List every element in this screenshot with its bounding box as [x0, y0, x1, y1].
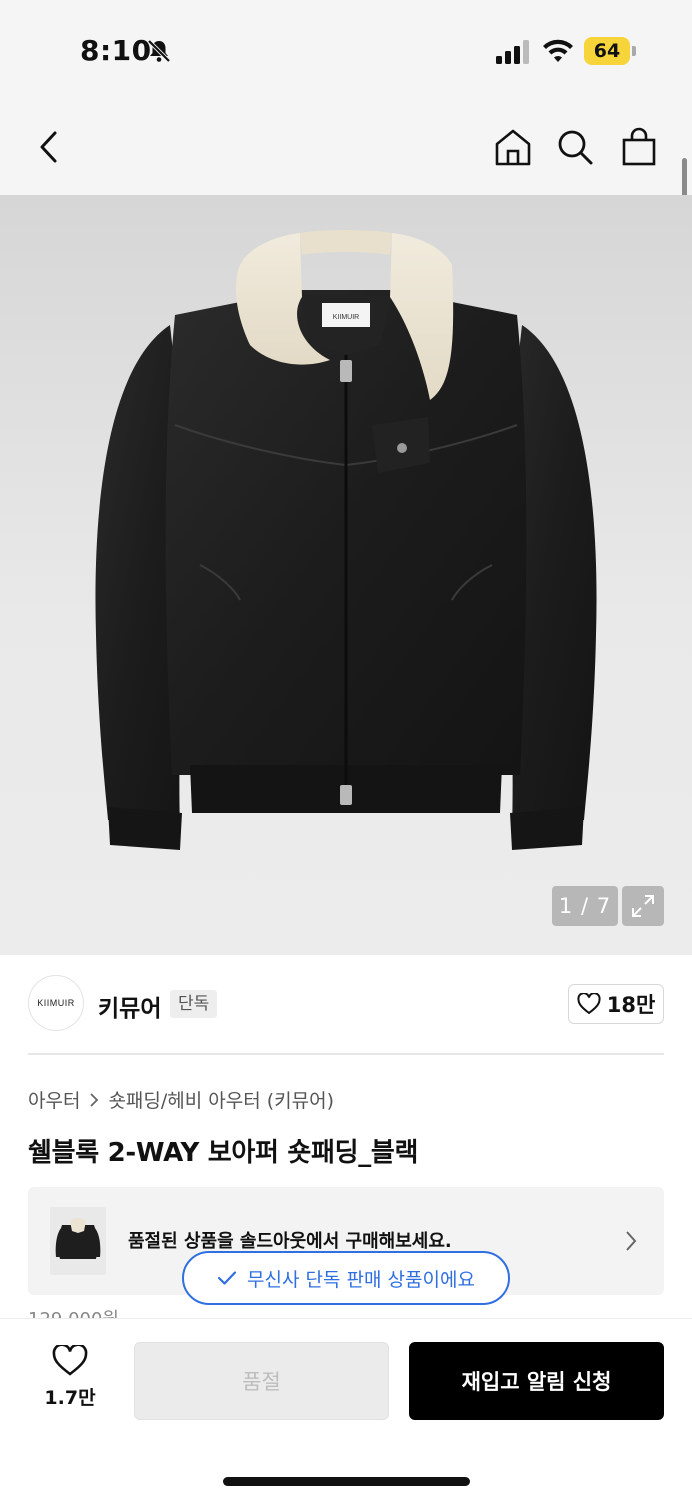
brand-like-count: 18만: [606, 993, 656, 1017]
heart-icon: [52, 1345, 88, 1376]
signal-icon: [496, 40, 529, 64]
brand-row: KIIMUIR 키뮤어 단독 18만: [28, 975, 664, 1033]
exclusive-badge: 단독: [170, 990, 218, 1018]
wishlist-count: 1.7만: [44, 1387, 96, 1409]
breadcrumb-item-category[interactable]: 숏패딩/헤비 아우터 (키뮤어): [108, 1086, 334, 1113]
wifi-icon: [543, 39, 573, 62]
brand-logo[interactable]: KIIMUIR: [28, 975, 84, 1031]
home-button[interactable]: [490, 124, 536, 170]
exclusive-toast-text: 무신사 단독 판매 상품이에요: [247, 1268, 475, 1291]
chevron-right-icon: [90, 1092, 99, 1107]
brand-name[interactable]: 키뮤어: [98, 989, 161, 1023]
expand-icon: [632, 895, 654, 917]
status-bar: 8:10 64: [0, 0, 692, 100]
banner-text: 품절된 상품을 솔드아웃에서 구매해보세요.: [128, 1231, 452, 1252]
cart-button[interactable]: [616, 124, 662, 170]
chevron-left-icon: [40, 131, 57, 163]
breadcrumb-item-outer[interactable]: 아우터: [28, 1086, 80, 1113]
expand-image-button[interactable]: [622, 886, 664, 926]
product-photo-jacket: KIIMUIR: [95, 230, 597, 850]
status-time: 8:10: [80, 34, 152, 67]
bell-muted-icon: [147, 39, 171, 63]
exclusive-toast: 무신사 단독 판매 상품이에요: [182, 1251, 510, 1305]
top-nav: [0, 100, 692, 195]
battery-indicator: 64: [584, 37, 636, 65]
restock-alert-button[interactable]: 재입고 알림 신청: [409, 1342, 664, 1420]
shopping-bag-icon: [622, 127, 656, 166]
jacket-thumbnail-image: [55, 1218, 101, 1259]
product-title: 쉘블록 2-WAY 보아퍼 숏패딩_블랙: [28, 1138, 419, 1168]
heart-icon: [577, 993, 601, 1015]
chevron-right-icon: [626, 1231, 637, 1251]
brand-like-button[interactable]: 18만: [568, 984, 664, 1024]
back-button[interactable]: [26, 124, 72, 170]
wishlist-button[interactable]: 1.7만: [34, 1345, 106, 1417]
battery-level: 64: [584, 37, 630, 65]
home-indicator[interactable]: [223, 1477, 470, 1486]
search-icon: [558, 130, 593, 165]
bottom-action-bar: 1.7만 품절 재입고 알림 신청: [0, 1318, 692, 1500]
divider: [28, 1053, 664, 1055]
image-counter: 1 / 7: [552, 886, 618, 926]
home-icon: [495, 129, 531, 166]
jacket-label-text: KIIMUIR: [333, 314, 359, 321]
banner-thumbnail: [50, 1207, 106, 1275]
product-image-gallery[interactable]: KIIMUIR 1 / 7: [0, 195, 692, 955]
search-button[interactable]: [552, 124, 598, 170]
check-icon: [217, 1271, 237, 1285]
soldout-button[interactable]: 품절: [134, 1342, 389, 1420]
breadcrumb: 아우터 숏패딩/헤비 아우터 (키뮤어): [28, 1086, 334, 1113]
